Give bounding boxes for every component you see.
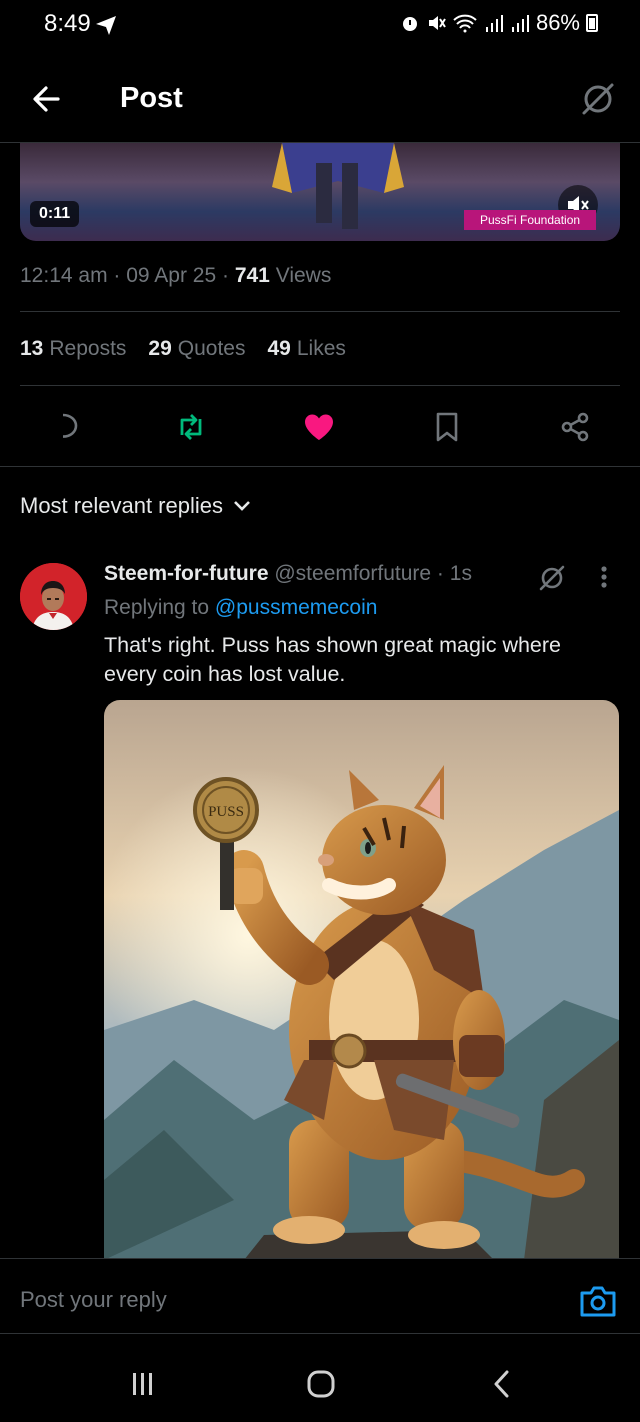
reply-image[interactable]: PUSS: [104, 700, 619, 1260]
page-title: Post: [120, 82, 183, 114]
post-date: 09 Apr 25: [126, 264, 217, 287]
system-nav-bar: [0, 1346, 640, 1422]
reply-text: That's right. Puss has shown great magic…: [104, 633, 562, 686]
recents-button[interactable]: [121, 1368, 165, 1400]
compose-bar: Post your reply: [0, 1258, 640, 1334]
back-arrow-icon[interactable]: [28, 79, 68, 119]
cat-warrior-image: PUSS: [104, 700, 619, 1260]
divider: [20, 385, 620, 386]
repost-button[interactable]: [169, 405, 213, 449]
quotes-stat[interactable]: 29 Quotes: [148, 337, 245, 361]
status-icons: 86%: [400, 10, 598, 36]
wifi-icon: [453, 14, 477, 33]
video-watermark: PussFi Foundation: [464, 210, 597, 230]
repost-icon: [180, 414, 202, 440]
video-frame: [272, 143, 404, 229]
quotes-count: 29: [148, 337, 172, 360]
post-actions: [0, 405, 640, 449]
status-time: 8:49: [44, 10, 91, 37]
reply-header: Steem-for-future @steemforfuture · 1s: [104, 562, 472, 585]
video-player[interactable]: 0:11 PussFi Foundation: [20, 143, 620, 241]
battery-percent: 86%: [535, 10, 580, 35]
like-button[interactable]: [297, 405, 341, 449]
reply-author-handle[interactable]: @steemforfuture: [274, 562, 431, 585]
replying-to: Replying to @pussmemecoin: [104, 596, 377, 620]
reposts-label: Reposts: [49, 337, 127, 360]
reply-time: 1s: [449, 562, 472, 585]
chevron-left-icon: [494, 1370, 509, 1398]
likes-label: Likes: [296, 337, 346, 360]
share-icon: [561, 412, 589, 442]
grok-icon[interactable]: [578, 79, 618, 119]
post-stats: 13 Reposts 29 Quotes 49 Likes: [20, 337, 346, 361]
send-icon: [96, 16, 116, 35]
video-duration: 0:11: [30, 201, 80, 227]
home-button[interactable]: [299, 1368, 343, 1400]
reply-sort-dropdown[interactable]: Most relevant replies: [20, 493, 251, 519]
grok-icon[interactable]: [536, 562, 568, 594]
quotes-label: Quotes: [177, 337, 246, 360]
avatar-image: [20, 563, 87, 630]
status-bar: 8:49 86%: [0, 0, 640, 50]
post-time: 12:14 am: [20, 264, 108, 287]
more-options-icon[interactable]: [594, 562, 614, 594]
recents-icon: [133, 1373, 152, 1395]
alarm-icon: [402, 17, 417, 31]
divider: [20, 311, 620, 312]
bookmark-icon: [436, 412, 458, 442]
reply-input[interactable]: Post your reply: [20, 1287, 167, 1313]
bookmark-button[interactable]: [425, 405, 469, 449]
post-meta: 12:14 am · 09 Apr 25 · 741 Views: [20, 264, 332, 287]
sort-label: Most relevant replies: [20, 493, 223, 518]
reply-icon: [62, 413, 78, 438]
views-count: 741: [234, 264, 270, 287]
signal-icon-2: [511, 15, 529, 32]
system-back-button[interactable]: [480, 1368, 524, 1400]
mute-icon: [428, 16, 446, 30]
reply-author-name[interactable]: Steem-for-future: [104, 562, 269, 585]
reposts-count: 13: [20, 337, 44, 360]
home-icon: [307, 1370, 335, 1398]
camera-icon[interactable]: [578, 1283, 618, 1319]
signal-icon: [485, 15, 503, 32]
battery-icon: [586, 14, 598, 32]
heart-icon: [305, 414, 333, 440]
reposts-stat[interactable]: 13 Reposts: [20, 337, 126, 361]
section-divider: [0, 466, 640, 467]
views-label: Views: [275, 264, 332, 287]
likes-count: 49: [267, 337, 291, 360]
replying-to-link[interactable]: @pussmemecoin: [215, 596, 378, 619]
chevron-down-icon: [234, 501, 250, 511]
avatar[interactable]: [20, 563, 87, 630]
coin-text: PUSS: [208, 804, 244, 820]
share-button[interactable]: [553, 405, 597, 449]
reply-button[interactable]: [41, 405, 85, 449]
likes-stat[interactable]: 49 Likes: [267, 337, 345, 361]
top-header: Post: [0, 55, 640, 143]
replying-prefix: Replying to: [104, 596, 210, 619]
